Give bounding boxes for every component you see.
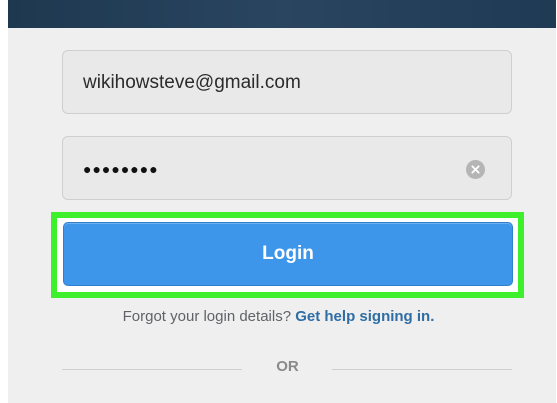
password-field[interactable]: ●●●●●●●●: [62, 136, 512, 200]
app-header-bar: [8, 0, 556, 28]
login-button-label: Login: [262, 243, 314, 264]
forgot-login-text: Forgot your login details?: [122, 308, 292, 325]
help-row: Forgot your login details? Get help sign…: [0, 308, 557, 325]
get-help-link[interactable]: Get help signing in.: [295, 308, 434, 325]
clear-x-icon[interactable]: [466, 160, 485, 179]
email-value: wikihowsteve@gmail.com: [83, 72, 301, 93]
email-field[interactable]: wikihowsteve@gmail.com: [62, 50, 512, 114]
clear-x-glyph: [471, 165, 480, 174]
or-divider-label: OR: [276, 358, 299, 375]
login-button[interactable]: Login: [63, 222, 513, 286]
password-masked-value: ●●●●●●●●: [83, 161, 159, 177]
